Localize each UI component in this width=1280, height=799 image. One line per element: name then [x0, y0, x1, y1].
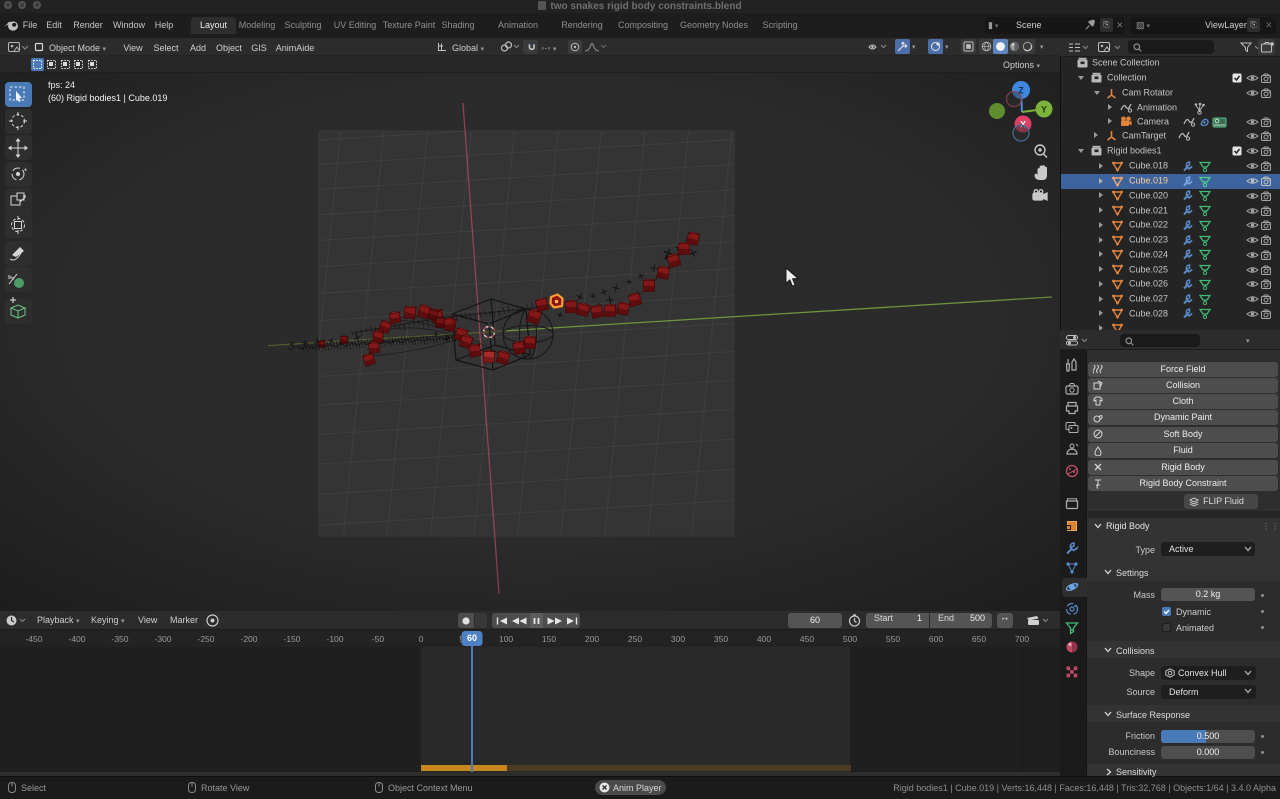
- svg-text:Y: Y: [1041, 105, 1047, 115]
